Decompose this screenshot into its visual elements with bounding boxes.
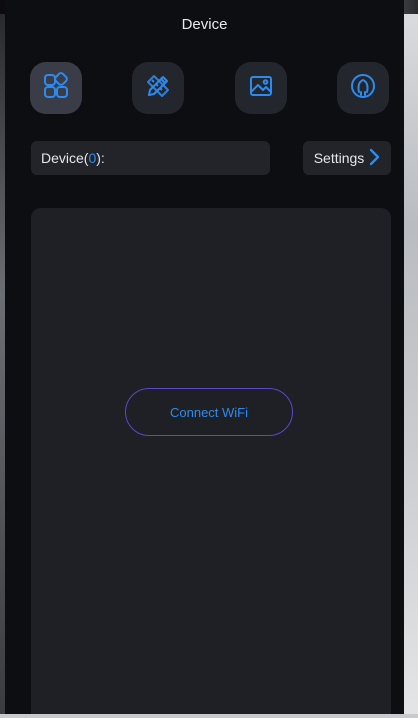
device-count: 0 (88, 150, 97, 166)
nav-gallery-button[interactable] (235, 62, 287, 114)
grid-icon (41, 71, 71, 106)
device-label-suffix: ): (96, 150, 105, 166)
device-label-prefix: Device( (41, 150, 89, 166)
user-icon (348, 71, 378, 106)
image-icon (247, 72, 275, 105)
backdrop-right (404, 14, 418, 718)
settings-button[interactable]: Settings (303, 141, 391, 175)
page-title: Device (181, 16, 228, 33)
nav-device-button[interactable] (30, 62, 82, 114)
nav-design-button[interactable] (132, 62, 184, 114)
settings-label: Settings (313, 150, 365, 166)
backdrop-bottom (0, 714, 418, 718)
chevron-right-icon (368, 148, 380, 169)
pencil-ruler-icon (143, 71, 173, 106)
nav-profile-button[interactable] (337, 62, 389, 114)
device-count-bar: Device(0): (31, 141, 270, 175)
app-screen: Device Device(0): Settings Connect WiF… (5, 0, 404, 714)
connect-wifi-button[interactable]: Connect WiFi (125, 388, 293, 436)
device-list-panel (31, 208, 391, 714)
